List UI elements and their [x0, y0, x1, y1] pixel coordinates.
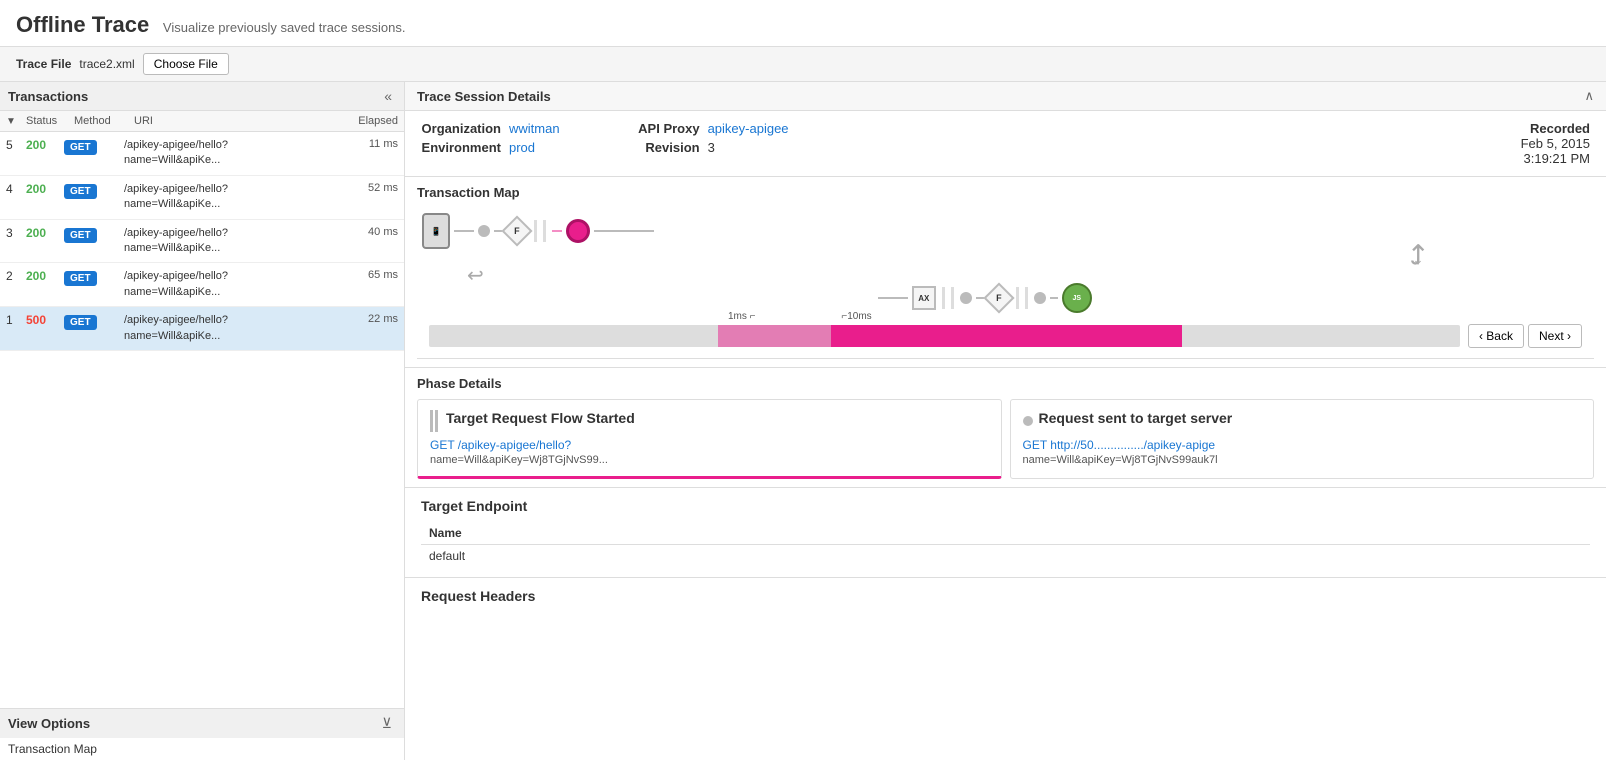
transactions-header: Transactions « [0, 82, 404, 111]
page-title: Offline Trace [16, 12, 149, 37]
transactions-title: Transactions [8, 89, 88, 104]
phase-card-2-detail: GET http://50.............../apikey-apig… [1023, 438, 1582, 452]
next-button[interactable]: Next › [1528, 324, 1582, 348]
trace-session-header: Trace Session Details ∧ [405, 82, 1606, 111]
table-row[interactable]: 1 500 GET /apikey-apigee/hello?name=Will… [0, 307, 404, 351]
timeline-bar-light [718, 325, 831, 347]
flow-diagram: 📱 F [417, 208, 1594, 318]
transaction-map-title: Transaction Map [417, 185, 1594, 200]
phase-card-1[interactable]: Target Request Flow Started GET /apikey-… [417, 399, 1002, 479]
phase-card-1-detail: GET /apikey-apigee/hello? [430, 438, 989, 452]
ax-box: AX [912, 286, 936, 310]
endpoint-name-value: default [421, 545, 1315, 568]
collapse-transactions-btn[interactable]: « [380, 88, 396, 104]
trace-session-title: Trace Session Details [417, 89, 551, 104]
timeline-10ms-label: ⌐10ms [841, 311, 871, 322]
method-badge: GET [64, 140, 97, 155]
method-col-header: Method [74, 115, 134, 127]
uri-col-header: URI [134, 115, 338, 127]
request-headers-section: Request Headers [405, 578, 1606, 614]
flow-dot [478, 225, 490, 237]
org-value: wwitman [509, 121, 560, 136]
table-header: ▼ Status Method URI Elapsed [0, 111, 404, 132]
trace-file-bar: Trace File trace2.xml Choose File [0, 47, 1606, 82]
phase-details-title: Phase Details [417, 376, 1594, 391]
transaction-map-label: Transaction Map [8, 742, 97, 756]
recorded-label: Recorded [1521, 121, 1590, 136]
phase-card-2[interactable]: Request sent to target server GET http:/… [1010, 399, 1595, 479]
back-button[interactable]: ‹ Back [1468, 324, 1524, 348]
f-diamond: F [501, 215, 532, 246]
phase-card-2-title: Request sent to target server [1039, 410, 1233, 426]
right-panel: Trace Session Details ∧ Organization wwi… [405, 82, 1606, 760]
double-bar [534, 220, 546, 242]
phase-details-section: Phase Details Target Request Flow Starte… [405, 368, 1606, 488]
revision-value: 3 [708, 140, 715, 155]
api-proxy-label: API Proxy [620, 121, 700, 136]
endpoint-table: Name default [421, 522, 1590, 567]
session-details: Organization wwitman Environment prod AP… [405, 111, 1606, 177]
env-value: prod [509, 140, 535, 155]
endpoint-row: default [421, 545, 1590, 568]
method-badge: GET [64, 315, 97, 330]
choose-file-button[interactable]: Choose File [143, 53, 229, 75]
table-row[interactable]: 2 200 GET /apikey-apigee/hello?name=Will… [0, 263, 404, 307]
trace-file-name: trace2.xml [79, 57, 134, 71]
collapse-view-options-btn[interactable]: ⊻ [378, 715, 396, 732]
table-row[interactable]: 3 200 GET /apikey-apigee/hello?name=Will… [0, 220, 404, 264]
revision-label: Revision [620, 140, 700, 155]
phone-icon: 📱 [422, 213, 450, 249]
api-proxy-value: apikey-apigee [708, 121, 789, 136]
timeline-bar-main [831, 325, 1182, 347]
flow-dot-3 [1034, 292, 1046, 304]
view-options-title: View Options [8, 716, 90, 731]
status-col-header: Status [26, 115, 74, 127]
active-flow-node[interactable] [566, 219, 590, 243]
env-label: Environment [421, 140, 501, 155]
timeline-1ms-label: 1ms ⌐ [728, 311, 756, 322]
table-row[interactable]: 4 200 GET /apikey-apigee/hello?name=Will… [0, 176, 404, 220]
phase-cards: Target Request Flow Started GET /apikey-… [417, 399, 1594, 479]
card-dot-icon [1023, 416, 1033, 426]
double-bar-3 [1016, 287, 1028, 309]
view-options-content: Transaction Map [0, 738, 404, 760]
curve-arrow: ↩ [1401, 243, 1434, 266]
nodejs-icon: JS [1062, 283, 1092, 313]
method-badge: GET [64, 184, 97, 199]
trace-file-label: Trace File [16, 57, 71, 71]
left-panel: Transactions « ▼ Status Method URI Elaps… [0, 82, 405, 760]
card-pipe-icon [430, 410, 438, 432]
table-row[interactable]: 5 200 GET /apikey-apigee/hello?name=Will… [0, 132, 404, 176]
transactions-list: 5 200 GET /apikey-apigee/hello?name=Will… [0, 132, 404, 708]
phase-card-1-url: name=Will&apiKey=Wj8TGjNvS99... [430, 454, 989, 466]
double-bar-2 [942, 287, 954, 309]
transaction-map-section: Transaction Map 📱 F [405, 177, 1606, 368]
method-badge: GET [64, 228, 97, 243]
main-layout: Transactions « ▼ Status Method URI Elaps… [0, 82, 1606, 760]
target-endpoint-section: Target Endpoint Name default [405, 488, 1606, 578]
recorded-date: Feb 5, 2015 [1521, 136, 1590, 151]
org-label: Organization [421, 121, 501, 136]
target-endpoint-title: Target Endpoint [421, 498, 1590, 514]
request-headers-title: Request Headers [421, 588, 1590, 604]
elapsed-col-header: Elapsed [338, 115, 398, 127]
flow-dot-2 [960, 292, 972, 304]
sort-icon[interactable]: ▼ [6, 116, 16, 127]
phase-card-1-title: Target Request Flow Started [446, 410, 635, 426]
timeline-section: 1ms ⌐ ⌐10ms ‹ Back Next › [417, 318, 1594, 359]
timeline-nav: ‹ Back Next › [1468, 324, 1582, 348]
recorded-time: 3:19:21 PM [1521, 151, 1590, 166]
collapse-session-btn[interactable]: ∧ [1584, 88, 1594, 104]
name-col-header: Name [421, 522, 1315, 545]
f-diamond-2: F [983, 282, 1014, 313]
return-arrow: ↩ [467, 263, 484, 288]
method-badge: GET [64, 271, 97, 286]
page-subtitle: Visualize previously saved trace session… [163, 20, 406, 35]
phase-card-2-url: name=Will&apiKey=Wj8TGjNvS99auk7l [1023, 454, 1582, 466]
page-header: Offline Trace Visualize previously saved… [0, 0, 1606, 47]
view-options-bar: View Options ⊻ [0, 708, 404, 738]
